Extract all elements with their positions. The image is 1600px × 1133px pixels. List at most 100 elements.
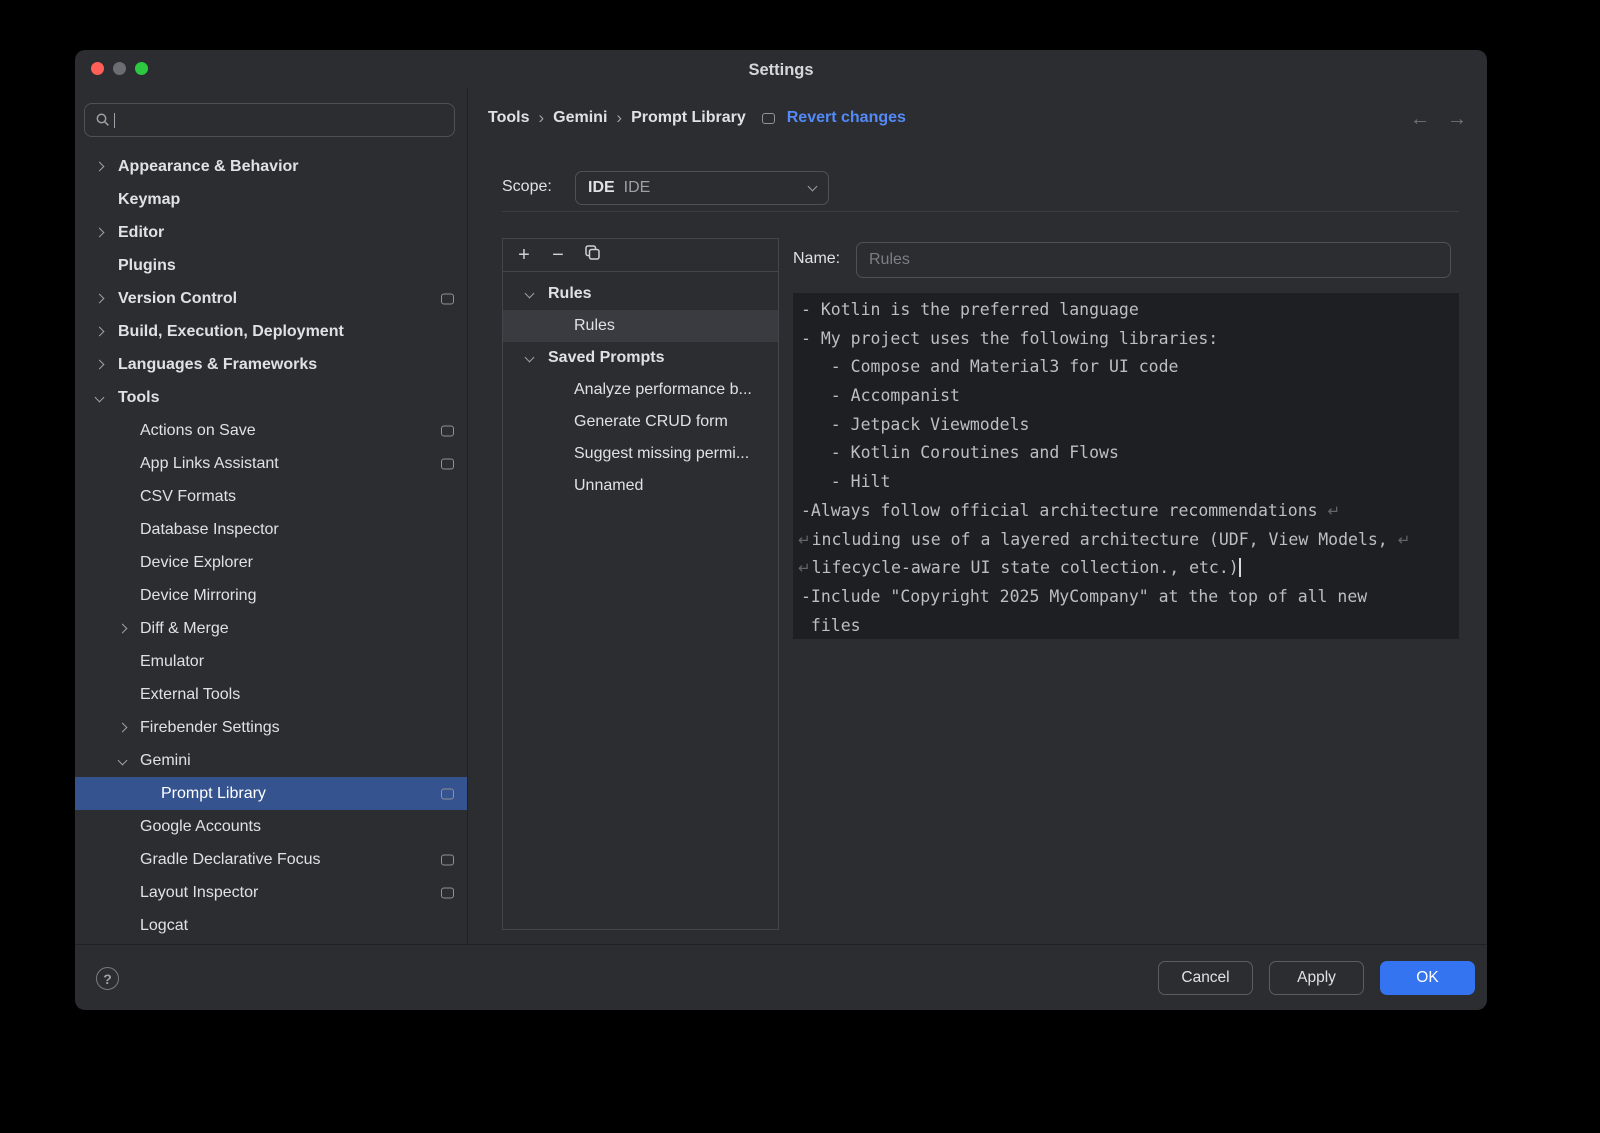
sidebar-item-emulator[interactable]: Emulator — [75, 645, 467, 678]
prompt-list-toolbar: + − — [503, 239, 778, 272]
sidebar-item-layout-inspector[interactable]: Layout Inspector — [75, 876, 467, 909]
sidebar-item-label: Emulator — [75, 653, 204, 671]
prompt-item-rules[interactable]: Rules — [503, 310, 778, 342]
settings-search-input[interactable] — [84, 103, 455, 137]
editor-line: files — [801, 612, 1459, 639]
back-button[interactable]: ← — [1410, 108, 1430, 131]
editor-line-text: files — [801, 616, 861, 635]
sidebar-item-tools[interactable]: Tools — [75, 381, 467, 414]
chevron-down-icon — [808, 182, 818, 192]
sidebar-item-label: Plugins — [75, 257, 176, 275]
sidebar-item-appearance-behavior[interactable]: Appearance & Behavior — [75, 150, 467, 183]
sidebar-item-languages-frameworks[interactable]: Languages & Frameworks — [75, 348, 467, 381]
sidebar-item-diff-merge[interactable]: Diff & Merge — [75, 612, 467, 645]
editor-line: -Always follow official architecture rec… — [801, 497, 1459, 526]
settings-window: Settings Appearance & Behavior KeymapEdit… — [75, 50, 1487, 1010]
modified-settings-icon — [762, 113, 775, 124]
cancel-button[interactable]: Cancel — [1158, 961, 1253, 995]
editor-line-text: - Accompanist — [801, 386, 960, 405]
sidebar-item-device-mirroring[interactable]: Device Mirroring — [75, 579, 467, 612]
editor-line: ↵lifecycle-aware UI state collection., e… — [801, 554, 1459, 583]
sidebar-item-firebender-settings[interactable]: Firebender Settings — [75, 711, 467, 744]
traffic-lights — [91, 62, 148, 75]
window-title: Settings — [75, 50, 1487, 90]
soft-wrap-icon: ↵ — [798, 559, 811, 577]
editor-line-text: - Compose and Material3 for UI code — [801, 357, 1179, 376]
sidebar-item-editor[interactable]: Editor — [75, 216, 467, 249]
sidebar-item-device-explorer[interactable]: Device Explorer — [75, 546, 467, 579]
screen-icon — [441, 458, 454, 469]
sidebar-item-google-accounts[interactable]: Google Accounts — [75, 810, 467, 843]
sidebar-item-logcat[interactable]: Logcat — [75, 909, 467, 942]
sidebar-item-label: CSV Formats — [75, 488, 236, 506]
revert-changes-link[interactable]: Revert changes — [787, 109, 906, 127]
prompt-name-value: Rules — [869, 251, 910, 269]
forward-button[interactable]: → — [1447, 108, 1467, 131]
sidebar-item-keymap[interactable]: Keymap — [75, 183, 467, 216]
text-caret — [114, 113, 115, 128]
sidebar-item-app-links-assistant[interactable]: App Links Assistant — [75, 447, 467, 480]
name-row: Name: Rules — [793, 242, 1451, 278]
soft-wrap-icon: ↵ — [1398, 531, 1411, 549]
prompt-text-editor[interactable]: - Kotlin is the preferred language- My p… — [793, 293, 1459, 639]
prompt-group-saved-prompts[interactable]: Saved Prompts — [503, 342, 778, 374]
help-button[interactable]: ? — [96, 967, 119, 990]
sidebar-item-label: Languages & Frameworks — [75, 356, 317, 374]
editor-line: - Compose and Material3 for UI code — [801, 353, 1459, 382]
text-caret — [1239, 558, 1241, 577]
editor-line-text: -Include "Copyright 2025 MyCompany" at t… — [801, 587, 1367, 606]
screen-icon — [441, 854, 454, 865]
prompt-item-suggest-missing-permi[interactable]: Suggest missing permi... — [503, 438, 778, 470]
screen-icon — [441, 788, 454, 799]
screen-icon — [441, 293, 454, 304]
divider — [502, 211, 1459, 212]
sidebar-item-label: Device Explorer — [75, 554, 253, 572]
breadcrumb-item-tools[interactable]: Tools — [488, 109, 529, 127]
screen-icon — [441, 887, 454, 898]
apply-button[interactable]: Apply — [1269, 961, 1364, 995]
editor-line: -Include "Copyright 2025 MyCompany" at t… — [801, 583, 1459, 612]
prompt-item-analyze-performance-b[interactable]: Analyze performance b... — [503, 374, 778, 406]
sidebar-item-plugins[interactable]: Plugins — [75, 249, 467, 282]
sidebar: Appearance & Behavior KeymapEditor Plugins… — [75, 88, 468, 945]
scope-dropdown[interactable]: IDE IDE — [575, 171, 829, 205]
sidebar-item-label: Appearance & Behavior — [75, 158, 299, 176]
prompt-item-unnamed[interactable]: Unnamed — [503, 470, 778, 502]
prompt-tree: RulesRulesSaved PromptsAnalyze performan… — [503, 272, 778, 502]
help-label: ? — [103, 971, 112, 987]
prompt-name-input[interactable]: Rules — [856, 242, 1451, 278]
sidebar-item-actions-on-save[interactable]: Actions on Save — [75, 414, 467, 447]
sidebar-item-gemini[interactable]: Gemini — [75, 744, 467, 777]
copy-button[interactable] — [580, 244, 604, 266]
sidebar-item-label: Device Mirroring — [75, 587, 256, 605]
editor-line-text: -Always follow official architecture rec… — [801, 501, 1328, 520]
sidebar-item-version-control[interactable]: Version Control — [75, 282, 467, 315]
sidebar-item-build-execution-deployment[interactable]: Build, Execution, Deployment — [75, 315, 467, 348]
add-button[interactable]: + — [512, 244, 536, 266]
sidebar-item-prompt-library[interactable]: Prompt Library — [75, 777, 467, 810]
editor-line: - Kotlin is the preferred language — [801, 296, 1459, 325]
sidebar-item-gradle-declarative-focus[interactable]: Gradle Declarative Focus — [75, 843, 467, 876]
breadcrumb-item-prompt-library[interactable]: Prompt Library — [631, 109, 746, 127]
close-button[interactable] — [91, 62, 104, 75]
prompt-item-label: Suggest missing permi... — [503, 445, 749, 463]
prompt-item-generate-crud-form[interactable]: Generate CRUD form — [503, 406, 778, 438]
sidebar-tree: Appearance & Behavior KeymapEditor Plugins… — [75, 150, 467, 942]
ok-button[interactable]: OK — [1380, 961, 1475, 995]
sidebar-item-label: Gemini — [75, 752, 191, 770]
titlebar: Settings — [75, 50, 1487, 88]
history-nav: ← → — [1410, 108, 1467, 131]
scope-value-prefix: IDE — [588, 179, 615, 197]
editor-line: - Kotlin Coroutines and Flows — [801, 439, 1459, 468]
prompt-group-rules[interactable]: Rules — [503, 278, 778, 310]
sidebar-item-database-inspector[interactable]: Database Inspector — [75, 513, 467, 546]
zoom-button[interactable] — [135, 62, 148, 75]
minimize-button[interactable] — [113, 62, 126, 75]
sidebar-item-label: Logcat — [75, 917, 188, 935]
remove-button[interactable]: − — [546, 244, 570, 266]
sidebar-item-external-tools[interactable]: External Tools — [75, 678, 467, 711]
sidebar-item-csv-formats[interactable]: CSV Formats — [75, 480, 467, 513]
breadcrumb-item-gemini[interactable]: Gemini — [553, 109, 607, 127]
sidebar-item-label: Build, Execution, Deployment — [75, 323, 344, 341]
breadcrumb: Tools›Gemini›Prompt LibraryRevert change… — [488, 106, 906, 130]
